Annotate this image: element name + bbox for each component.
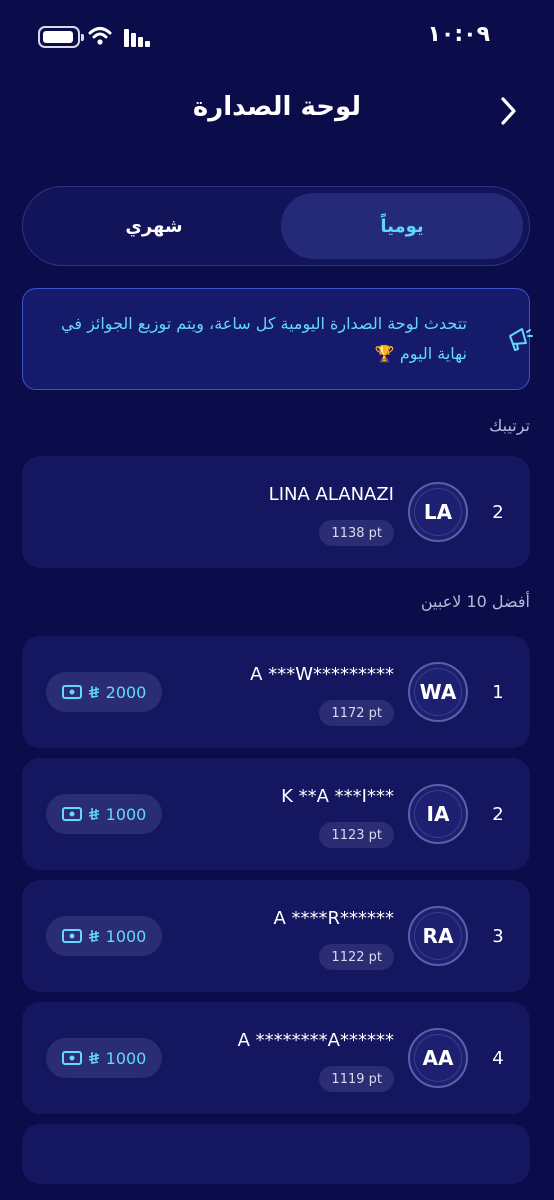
- page-title: لوحة الصدارة: [192, 92, 362, 122]
- rank-number: 4: [492, 1047, 504, 1069]
- info-banner: تتحدث لوحة الصدارة اليومية كل ساعة، ويتم…: [22, 288, 530, 390]
- points-badge: 1122 pt: [319, 944, 394, 970]
- tab-daily[interactable]: يومياً: [281, 193, 523, 259]
- money-icon: [61, 685, 82, 699]
- rank-number: 1: [492, 681, 504, 703]
- rank-number: 2: [492, 803, 504, 825]
- leaderboard-row[interactable]: 3 RA A ****R****** 1122 pt 1000: [22, 880, 530, 992]
- leaderboard-row[interactable]: 4 AA A ********A****** 1119 pt 1000: [22, 1002, 530, 1114]
- chevron-right-icon[interactable]: [494, 94, 524, 128]
- prize-badge: 2000: [46, 672, 162, 712]
- player-name: A ****R******: [273, 908, 394, 929]
- battery-icon: [38, 26, 84, 48]
- leaderboard-row[interactable]: 2 IA K **A ***I*** 1123 pt 1000: [22, 758, 530, 870]
- player-name: A ***W*********: [250, 664, 394, 685]
- money-icon: [61, 807, 82, 821]
- signal-icon: [124, 27, 152, 47]
- points-badge: 1138 pt: [319, 520, 394, 546]
- prize-amount: 1000: [105, 804, 147, 824]
- avatar: WA: [408, 662, 468, 722]
- riyal-icon: [88, 808, 99, 820]
- riyal-icon: [88, 686, 99, 698]
- points-badge: 1123 pt: [319, 822, 394, 848]
- avatar: AA: [408, 1028, 468, 1088]
- riyal-icon: [88, 1052, 99, 1064]
- player-name: LINA ALANAZI: [268, 484, 394, 505]
- money-icon: [61, 1051, 82, 1065]
- riyal-icon: [88, 930, 99, 942]
- leaderboard-row[interactable]: 1 WA A ***W********* 1172 pt 2000: [22, 636, 530, 748]
- top-players-label: أفضل 10 لاعبين: [420, 592, 530, 611]
- money-icon: [61, 929, 82, 943]
- player-name: K **A ***I***: [281, 786, 394, 807]
- avatar: RA: [408, 906, 468, 966]
- period-tabs: شهري يومياً: [22, 186, 530, 266]
- status-time: ١٠:٠٩: [427, 22, 490, 47]
- player-name: A ********A******: [237, 1030, 394, 1051]
- my-rank-label: ترتيبك: [489, 416, 530, 435]
- banner-text: تتحدث لوحة الصدارة اليومية كل ساعة، ويتم…: [61, 314, 467, 363]
- prize-amount: 2000: [105, 682, 147, 702]
- avatar: IA: [408, 784, 468, 844]
- rank-number: 3: [492, 925, 504, 947]
- leaderboard-row-partial[interactable]: [22, 1124, 530, 1184]
- prize-amount: 1000: [105, 926, 147, 946]
- prize-badge: 1000: [46, 916, 162, 956]
- prize-amount: 1000: [105, 1048, 147, 1068]
- points-badge: 1119 pt: [319, 1066, 394, 1092]
- leaderboard-screen: ١٠:٠٩ لوحة الصدارة شهري يومياً تتحدث لوح…: [0, 0, 554, 1200]
- points-badge: 1172 pt: [319, 700, 394, 726]
- prize-badge: 1000: [46, 1038, 162, 1078]
- tab-monthly[interactable]: شهري: [33, 193, 275, 259]
- status-bar: ١٠:٠٩: [0, 0, 554, 70]
- megaphone-icon: [509, 328, 533, 351]
- avatar: LA: [408, 482, 468, 542]
- my-rank-card[interactable]: 2 LA LINA ALANAZI 1138 pt: [22, 456, 530, 568]
- prize-badge: 1000: [46, 794, 162, 834]
- wifi-icon: [88, 27, 112, 45]
- rank-number: 2: [492, 501, 504, 523]
